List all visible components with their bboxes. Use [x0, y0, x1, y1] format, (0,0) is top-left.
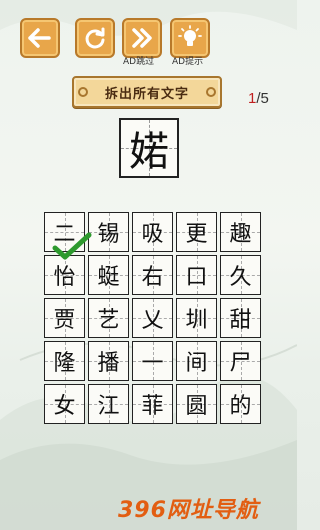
grid-cell-char: 怡: [53, 265, 76, 290]
grid-cell[interactable]: 隆: [44, 341, 85, 381]
grid-cell[interactable]: 艺: [88, 298, 129, 338]
grid-cell-char: 隆: [53, 351, 76, 376]
grid-cell[interactable]: 甜: [220, 298, 261, 338]
hint-button[interactable]: [170, 18, 210, 58]
site-watermark: 396网址导航: [118, 498, 259, 523]
check-icon: [52, 232, 92, 260]
grid-cell[interactable]: 圆: [176, 384, 217, 424]
grid-cell-char: 乂: [141, 308, 164, 333]
ornament-icon: [78, 87, 88, 97]
refresh-icon: [85, 27, 105, 49]
grid-cell-char: 圆: [185, 394, 208, 419]
grid-cell-char: 右: [141, 265, 164, 290]
grid-cell-char: 的: [229, 394, 252, 419]
grid-cell[interactable]: 趣: [220, 212, 261, 252]
grid-cell[interactable]: 女: [44, 384, 85, 424]
grid-cell[interactable]: 播: [88, 341, 129, 381]
grid-cell-char: 贾: [53, 308, 76, 333]
grid-cell[interactable]: 乂: [132, 298, 173, 338]
back-arrow-icon: [28, 28, 51, 48]
progress-total: /5: [256, 90, 269, 107]
ornament-icon: [206, 87, 216, 97]
skip-label: AD跳过: [123, 57, 155, 67]
grid-cell[interactable]: 一: [132, 341, 173, 381]
grid-cell-char: 甜: [229, 308, 252, 333]
grid-cell[interactable]: 锡: [88, 212, 129, 252]
fast-forward-icon: [132, 28, 152, 48]
target-character-box: 婼: [119, 118, 179, 178]
grid-cell[interactable]: 菲: [132, 384, 173, 424]
lightbulb-icon: [178, 25, 202, 46]
refresh-button[interactable]: [75, 18, 115, 58]
grid-cell[interactable]: 右: [132, 255, 173, 295]
grid-cell-char: 更: [185, 222, 208, 247]
level-progress: 1/5: [248, 90, 269, 107]
grid-cell-char: 女: [53, 394, 76, 419]
grid-cell[interactable]: 怡: [44, 255, 85, 295]
grid-cell-char: 锡: [97, 222, 120, 247]
grid-cell-char: 尸: [229, 351, 252, 376]
grid-cell[interactable]: 圳: [176, 298, 217, 338]
grid-cell-char: 蜓: [97, 265, 120, 290]
grid-cell[interactable]: 间: [176, 341, 217, 381]
grid-cell[interactable]: 江: [88, 384, 129, 424]
grid-cell-char: 吸: [141, 222, 164, 247]
skip-button[interactable]: [122, 18, 162, 58]
grid-cell-char: 艺: [97, 308, 120, 333]
grid-cell[interactable]: 的: [220, 384, 261, 424]
grid-cell[interactable]: 蜓: [88, 255, 129, 295]
target-character: 婼: [129, 129, 169, 175]
grid-cell-char: 圳: [185, 308, 208, 333]
grid-cell-char: 口: [185, 265, 208, 290]
grid-cell[interactable]: 更: [176, 212, 217, 252]
grid-cell-char: 久: [229, 265, 252, 290]
grid-cell-char: 趣: [229, 222, 252, 247]
grid-cell[interactable]: 口: [176, 255, 217, 295]
grid-cell-char: 播: [97, 351, 120, 376]
hint-label: AD提示: [172, 57, 204, 67]
grid-cell[interactable]: 久: [220, 255, 261, 295]
back-button[interactable]: [20, 18, 60, 58]
grid-cell-char: 菲: [141, 394, 164, 419]
grid-cell[interactable]: 吸: [132, 212, 173, 252]
instruction-banner: 拆出所有文字: [72, 76, 222, 108]
grid-cell-char: 一: [141, 351, 164, 376]
grid-cell[interactable]: 贾: [44, 298, 85, 338]
grid-cell-char: 江: [97, 394, 120, 419]
grid-cell-char: 间: [185, 351, 208, 376]
instruction-text: 拆出所有文字: [104, 86, 189, 102]
grid-cell[interactable]: 尸: [220, 341, 261, 381]
